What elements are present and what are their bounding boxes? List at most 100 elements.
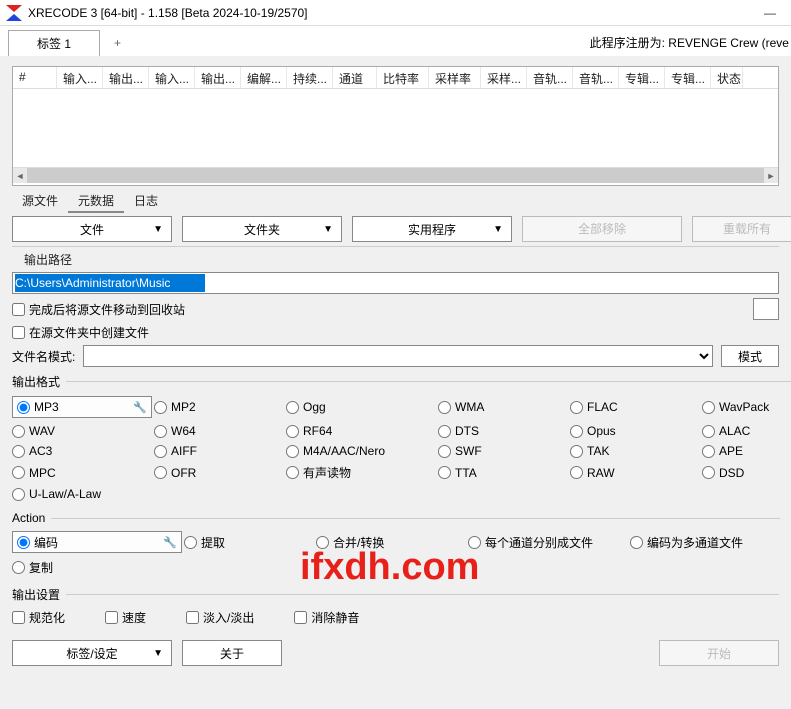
format-w64[interactable]: W64 [154,424,284,438]
action-radio[interactable] [17,536,30,549]
format-ac3[interactable]: AC3 [12,444,152,458]
col-duration[interactable]: 持续... [287,67,333,88]
subtab-metadata[interactable]: 元数据 [68,190,124,213]
format-swf[interactable]: SWF [438,444,568,458]
horizontal-scrollbar[interactable]: ◄ ► [13,167,778,183]
format-radio[interactable] [154,425,167,438]
outset-checkbox[interactable] [12,611,25,624]
format-radio[interactable] [702,425,715,438]
format-mp3[interactable]: MP3🔧 [12,396,152,418]
outset-checkbox[interactable] [186,611,199,624]
format-radio[interactable] [286,445,299,458]
file-dropdown-button[interactable]: 文件▼ [12,216,172,242]
format-raw[interactable]: RAW [570,464,700,481]
format-radio[interactable] [438,445,451,458]
subtab-log[interactable]: 日志 [124,190,168,212]
action-1[interactable]: 提取 [184,534,314,551]
about-button[interactable]: 关于 [182,640,282,666]
recycle-checkbox[interactable] [12,303,25,316]
format-rf64[interactable]: RF64 [286,424,436,438]
format-ogg[interactable]: Ogg [286,396,436,418]
format-radio[interactable] [154,401,167,414]
outset-2[interactable]: 淡入/淡出 [186,609,254,626]
folder-dropdown-button[interactable]: 文件夹▼ [182,216,342,242]
format-radio[interactable] [154,445,167,458]
format-radio[interactable] [286,401,299,414]
format-radio[interactable] [570,466,583,479]
format-radio[interactable] [154,466,167,479]
mode-button[interactable]: 模式 [721,345,779,367]
format-alac[interactable]: ALAC [702,424,791,438]
scroll-right-icon[interactable]: ► [764,168,778,183]
wrench-icon[interactable]: 🔧 [133,401,147,414]
outset-0[interactable]: 规范化 [12,609,65,626]
path-more-button[interactable] [753,298,779,320]
format-radio[interactable] [702,445,715,458]
col-album1[interactable]: 专辑... [619,67,665,88]
format-radio[interactable] [438,401,451,414]
format-radio[interactable] [286,466,299,479]
subtab-source[interactable]: 源文件 [12,190,68,212]
file-list-table[interactable]: # 输入... 输出... 输入... 输出... 编解... 持续... 通道… [12,66,779,186]
utility-dropdown-button[interactable]: 实用程序▼ [352,216,512,242]
format-tak[interactable]: TAK [570,444,700,458]
minimize-button[interactable]: — [755,1,785,25]
outset-checkbox[interactable] [105,611,118,624]
tab-add-button[interactable]: + [102,30,133,56]
action-radio[interactable] [630,536,643,549]
action-4[interactable]: 编码为多通道文件 [630,534,780,551]
format-wav[interactable]: WAV [12,424,152,438]
format-aiff[interactable]: AIFF [154,444,284,458]
format-wma[interactable]: WMA [438,396,568,418]
outset-checkbox[interactable] [294,611,307,624]
action-0[interactable]: 编码🔧 [12,531,182,553]
col-album2[interactable]: 专辑... [665,67,711,88]
format-radio[interactable] [570,445,583,458]
action-2[interactable]: 合并/转换 [316,534,466,551]
scroll-left-icon[interactable]: ◄ [13,168,27,183]
format-opus[interactable]: Opus [570,424,700,438]
in-source-checkbox[interactable] [12,326,25,339]
format-radio[interactable] [570,401,583,414]
scroll-thumb[interactable] [27,168,767,183]
format-tta[interactable]: TTA [438,464,568,481]
format-[interactable]: 有声读物 [286,464,436,481]
format-ulawalaw[interactable]: U-Law/A-Law [12,487,152,501]
format-ofr[interactable]: OFR [154,464,284,481]
col-status[interactable]: 状态 [711,67,743,88]
col-bitrate[interactable]: 比特率 [377,67,429,88]
col-samplerate[interactable]: 采样率 [429,67,481,88]
action-radio[interactable] [184,536,197,549]
format-ape[interactable]: APE [702,444,791,458]
format-radio[interactable] [17,401,30,414]
col-track1[interactable]: 音轨... [527,67,573,88]
col-channels[interactable]: 通道 [333,67,377,88]
action-3[interactable]: 每个通道分别成文件 [468,534,628,551]
col-out2[interactable]: 输出... [195,67,241,88]
format-radio[interactable] [286,425,299,438]
action-radio[interactable] [316,536,329,549]
format-radio[interactable] [12,466,25,479]
format-wavpack[interactable]: WavPack [702,396,791,418]
format-radio[interactable] [12,425,25,438]
format-radio[interactable] [438,466,451,479]
col-in2[interactable]: 输入... [149,67,195,88]
format-dsd[interactable]: DSD [702,464,791,481]
col-in1[interactable]: 输入... [57,67,103,88]
tab-main[interactable]: 标签 1 [8,30,100,56]
col-out1[interactable]: 输出... [103,67,149,88]
col-track2[interactable]: 音轨... [573,67,619,88]
format-mp2[interactable]: MP2 [154,396,284,418]
tags-settings-button[interactable]: 标签/设定▼ [12,640,172,666]
format-radio[interactable] [702,466,715,479]
format-radio[interactable] [12,488,25,501]
format-flac[interactable]: FLAC [570,396,700,418]
filename-mode-select[interactable] [83,345,713,367]
col-index[interactable]: # [13,67,57,88]
outset-1[interactable]: 速度 [105,609,146,626]
format-dts[interactable]: DTS [438,424,568,438]
format-radio[interactable] [570,425,583,438]
outset-3[interactable]: 消除静音 [294,609,359,626]
action-radio[interactable] [468,536,481,549]
format-radio[interactable] [438,425,451,438]
